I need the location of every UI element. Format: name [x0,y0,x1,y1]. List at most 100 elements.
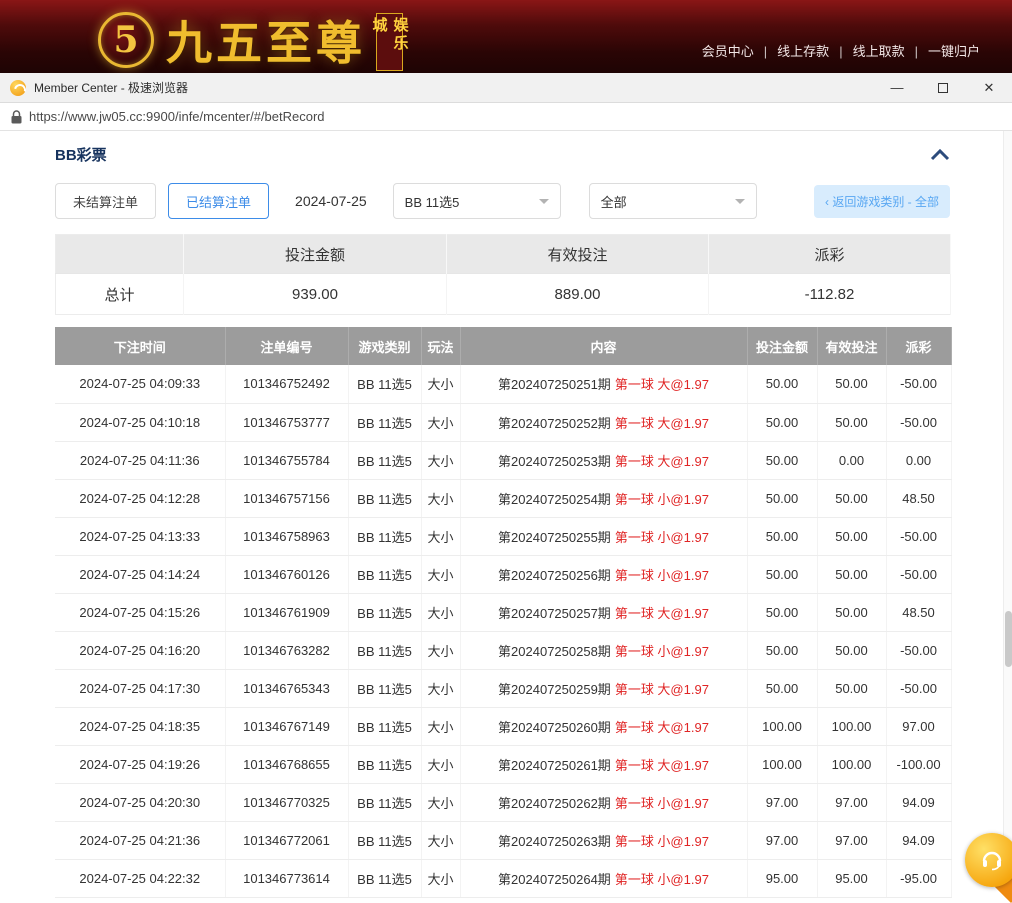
cell-content: 第202407250259期第一球 大@1.97 [460,669,747,707]
cell: BB 11选5 [348,859,421,897]
period-text: 第202407250260期 [498,720,611,735]
cell: 大小 [421,593,460,631]
summary-header-payout: 派彩 [709,235,951,274]
cell-content: 第202407250263期第一球 小@1.97 [460,821,747,859]
banner-nav-link[interactable]: 线上取款 [843,44,915,59]
banner-nav-link[interactable]: 线上存款 [767,44,839,59]
cell: 大小 [421,365,460,403]
cell: -50.00 [886,517,951,555]
cell: 94.09 [886,783,951,821]
table-row: 2024-07-25 04:21:36101346772061BB 11选5大小… [55,821,951,859]
cell-content: 第202407250254期第一球 小@1.97 [460,479,747,517]
bet-record-page: BB彩票 未结算注单 已结算注单 2024-07-25 BB 11选5 全部 ‹… [0,144,1012,898]
cell: 50.00 [817,669,886,707]
column-header: 游戏类别 [348,327,421,365]
cell: 101346773614 [225,859,348,897]
cell: BB 11选5 [348,479,421,517]
banner-nav-link[interactable]: 会员中心 [692,44,764,59]
close-button[interactable]: ✕ [966,73,1012,103]
window-controls: — ✕ [874,73,1012,103]
unsettled-orders-button[interactable]: 未结算注单 [55,183,156,219]
cell: 101346763282 [225,631,348,669]
address-bar[interactable]: https://www.jw05.cc:9900/infe/mcenter/#/… [0,103,1012,131]
game-select-value: BB 11选5 [405,192,460,211]
cell: 100.00 [747,707,817,745]
column-header: 内容 [460,327,747,365]
minimize-button[interactable]: — [874,73,920,103]
scope-select[interactable]: 全部 [589,183,757,219]
period-text: 第202407250251期 [498,377,611,392]
cell: 100.00 [817,707,886,745]
cell: 大小 [421,555,460,593]
game-select[interactable]: BB 11选5 [393,183,561,219]
cell: 大小 [421,517,460,555]
customer-service-chat-button[interactable] [965,833,1012,887]
cell: BB 11选5 [348,441,421,479]
cell: 50.00 [747,517,817,555]
cell: 大小 [421,479,460,517]
summary-total-label: 总计 [56,274,184,315]
settled-orders-button[interactable]: 已结算注单 [168,183,269,219]
table-row: 2024-07-25 04:17:30101346765343BB 11选5大小… [55,669,951,707]
cell: 48.50 [886,593,951,631]
collapse-chevron-up-icon[interactable] [930,148,950,161]
cell: -50.00 [886,403,951,441]
cell: BB 11选5 [348,783,421,821]
cell: 97.00 [747,783,817,821]
banner-nav-link[interactable]: 一键归户 [918,44,990,59]
scope-select-value: 全部 [601,192,627,211]
cell: BB 11选5 [348,555,421,593]
pick-text: 第一球 大@1.97 [615,377,709,392]
cell: 2024-07-25 04:20:30 [55,783,225,821]
cell: 101346753777 [225,403,348,441]
browser-titlebar: Member Center - 极速浏览器 — ✕ [0,73,1012,103]
cell: 2024-07-25 04:09:33 [55,365,225,403]
summary-total-payout: -112.82 [709,274,951,315]
cell: 97.00 [886,707,951,745]
bet-table-header-row: 下注时间注单编号游戏类别玩法内容投注金额有效投注派彩 [55,327,951,365]
maximize-button[interactable] [920,73,966,103]
back-to-game-category-link[interactable]: ‹ 返回游戏类别 - 全部 [814,185,950,218]
table-row: 2024-07-25 04:16:20101346763282BB 11选5大小… [55,631,951,669]
period-text: 第202407250263期 [498,834,611,849]
cell: 2024-07-25 04:18:35 [55,707,225,745]
pick-text: 第一球 小@1.97 [615,796,709,811]
cell: 大小 [421,669,460,707]
coin-number: 5 [113,19,138,61]
cell: 大小 [421,631,460,669]
cell: 2024-07-25 04:19:26 [55,745,225,783]
coin-logo-icon: 5 [98,12,154,68]
scrollbar-track[interactable] [1003,131,1012,880]
section-header: BB彩票 [55,144,950,165]
pick-text: 第一球 小@1.97 [615,872,709,887]
cell: BB 11选5 [348,365,421,403]
pick-text: 第一球 大@1.97 [615,606,709,621]
date-field[interactable]: 2024-07-25 [295,193,367,209]
cell: 50.00 [747,631,817,669]
cell: 101346757156 [225,479,348,517]
table-row: 2024-07-25 04:12:28101346757156BB 11选5大小… [55,479,951,517]
cell: BB 11选5 [348,821,421,859]
cell: 101346752492 [225,365,348,403]
cell: -50.00 [886,669,951,707]
cell-content: 第202407250260期第一球 大@1.97 [460,707,747,745]
cell: 50.00 [747,403,817,441]
cell: -50.00 [886,365,951,403]
cell-content: 第202407250262期第一球 小@1.97 [460,783,747,821]
cell: 大小 [421,745,460,783]
period-text: 第202407250259期 [498,682,611,697]
summary-header-empty [56,235,184,274]
maximize-icon [938,83,948,93]
pick-text: 第一球 大@1.97 [615,682,709,697]
cell: 101346772061 [225,821,348,859]
scrollbar-thumb[interactable] [1005,611,1012,667]
site-logo[interactable]: 5 九五至尊 娱乐城 [98,7,403,73]
logo-title: 九五至尊 [166,7,366,73]
pick-text: 第一球 小@1.97 [615,492,709,507]
column-header: 有效投注 [817,327,886,365]
cell: 0.00 [817,441,886,479]
cell: 50.00 [817,403,886,441]
cell: 50.00 [817,365,886,403]
period-text: 第202407250262期 [498,796,611,811]
period-text: 第202407250254期 [498,492,611,507]
